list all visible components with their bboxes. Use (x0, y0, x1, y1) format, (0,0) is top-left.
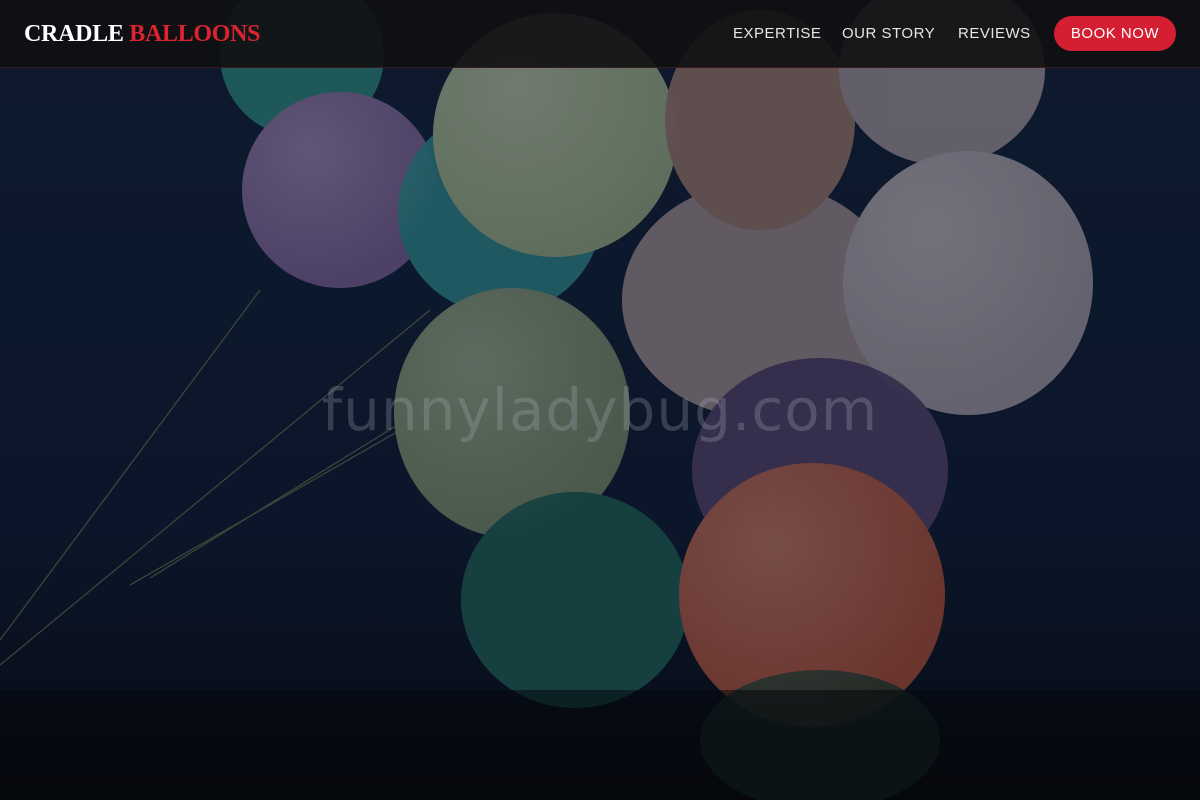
watermark-text: funnyladybug.com (321, 376, 879, 444)
nav-link-our-story[interactable]: OUR STORY (842, 24, 935, 44)
book-now-button[interactable]: BOOK NOW (1054, 16, 1176, 51)
brand-logo[interactable]: CRADLE BALLOONS (24, 19, 261, 49)
top-navbar: CRADLE BALLOONS EXPERTISE OUR STORY REVI… (0, 0, 1200, 68)
brand-name-part2: BALLOONS (129, 21, 261, 47)
nav-link-reviews[interactable]: REVIEWS (958, 24, 1031, 44)
brand-name-part1: CRADLE (24, 21, 124, 47)
hero-section: funnyladybug.com (0, 0, 1200, 800)
nav-link-expertise[interactable]: EXPERTISE (733, 24, 821, 44)
